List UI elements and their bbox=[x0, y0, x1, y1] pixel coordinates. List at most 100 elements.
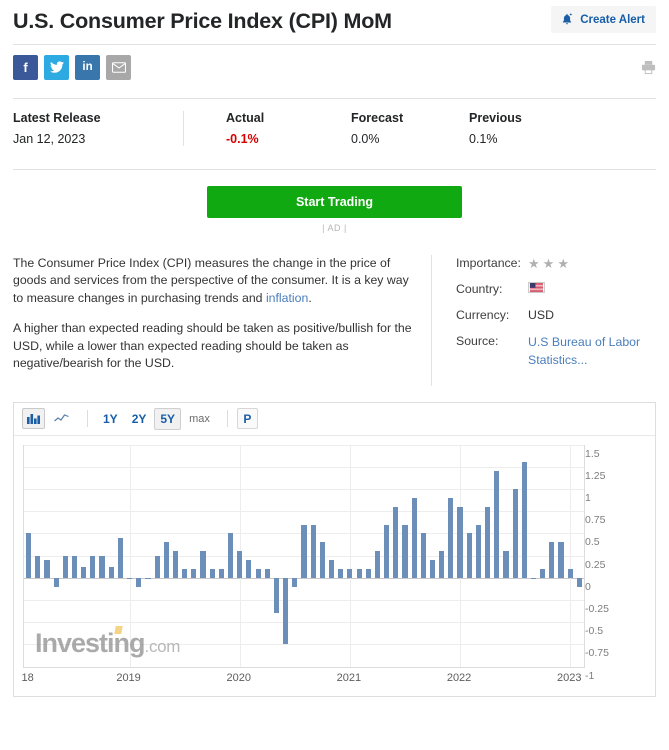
y-axis-tick-label: -0.25 bbox=[585, 602, 609, 615]
chart-bar[interactable] bbox=[558, 542, 564, 578]
chart-bar[interactable] bbox=[136, 577, 142, 587]
facebook-share-icon[interactable]: f bbox=[13, 54, 38, 80]
chart-bar[interactable] bbox=[384, 524, 390, 578]
chart-bar[interactable] bbox=[530, 577, 537, 580]
chart-bar[interactable] bbox=[485, 506, 491, 578]
chart-bar[interactable] bbox=[356, 568, 362, 578]
chart-bar[interactable] bbox=[310, 524, 316, 578]
linkedin-share-icon[interactable]: in bbox=[75, 54, 100, 80]
chart-bar[interactable] bbox=[301, 524, 307, 578]
chart-bar[interactable] bbox=[448, 497, 454, 578]
chart-bar[interactable] bbox=[338, 568, 344, 578]
chart-bar[interactable] bbox=[218, 568, 224, 578]
chart-bar[interactable] bbox=[503, 551, 509, 578]
chart-bar[interactable] bbox=[35, 555, 41, 578]
grid-line bbox=[24, 667, 584, 668]
chart-bar[interactable] bbox=[209, 568, 215, 578]
chart-bar[interactable] bbox=[365, 568, 371, 578]
chart-bar[interactable] bbox=[439, 551, 445, 578]
twitter-share-icon[interactable] bbox=[44, 54, 69, 80]
chart-bar[interactable] bbox=[393, 506, 399, 578]
chart-bar[interactable] bbox=[182, 568, 188, 578]
source-link[interactable]: U.S Bureau of Labor Statistics... bbox=[528, 334, 646, 370]
chart-bar[interactable] bbox=[53, 577, 59, 587]
page-title: U.S. Consumer Price Index (CPI) MoM bbox=[13, 9, 392, 33]
chart-canvas[interactable] bbox=[23, 444, 585, 668]
chart-bar[interactable] bbox=[90, 555, 96, 578]
desc-p1-a: The Consumer Price Index (CPI) measures … bbox=[13, 255, 409, 305]
chart-bar[interactable] bbox=[429, 560, 436, 578]
range-2y[interactable]: 2Y bbox=[126, 408, 153, 430]
chart-bar[interactable] bbox=[108, 567, 114, 578]
previous-value: 0.1% bbox=[469, 131, 498, 146]
chart-bar[interactable] bbox=[475, 524, 481, 578]
chart-bar[interactable] bbox=[283, 577, 289, 645]
chart-bar[interactable] bbox=[127, 577, 133, 580]
chart-bar[interactable] bbox=[411, 497, 417, 578]
bar-chart-icon[interactable] bbox=[22, 408, 45, 430]
chart-bar[interactable] bbox=[292, 577, 298, 587]
range-max[interactable]: max bbox=[183, 409, 216, 429]
chart-bar[interactable] bbox=[512, 488, 518, 578]
chart-bar[interactable] bbox=[99, 555, 105, 578]
latest-release-stat: Latest Release Jan 12, 2023 bbox=[13, 111, 183, 146]
inflation-link[interactable]: inflation bbox=[266, 291, 308, 305]
line-chart-glyph bbox=[54, 414, 69, 422]
y-axis-tick-label: 1.25 bbox=[585, 469, 606, 482]
chart-bar[interactable] bbox=[227, 533, 234, 578]
bell-icon bbox=[563, 13, 573, 25]
chart-bar[interactable] bbox=[273, 577, 280, 614]
chart-bar[interactable] bbox=[328, 560, 335, 578]
x-axis-tick-label: 18 bbox=[21, 671, 34, 684]
chart-bar[interactable] bbox=[62, 555, 68, 578]
chart-bar[interactable] bbox=[117, 537, 123, 578]
chart-bar[interactable] bbox=[549, 542, 555, 578]
chart-bar[interactable] bbox=[71, 555, 78, 578]
chart-bar[interactable] bbox=[264, 568, 270, 578]
x-axis-tick-label: 2022 bbox=[446, 671, 472, 684]
start-trading-button[interactable]: Start Trading bbox=[207, 185, 462, 218]
chart-bar[interactable] bbox=[26, 533, 32, 578]
chart-bar[interactable] bbox=[466, 533, 472, 578]
x-axis-tick-label: 2021 bbox=[336, 671, 362, 684]
chart-bar[interactable] bbox=[154, 555, 160, 578]
chart-bar[interactable] bbox=[44, 560, 50, 578]
chart-bar[interactable] bbox=[457, 506, 463, 578]
chart-bar[interactable] bbox=[576, 577, 582, 587]
chart-bar[interactable] bbox=[420, 533, 426, 578]
pattern-button[interactable]: P bbox=[236, 408, 258, 430]
country-row: Country: bbox=[456, 281, 656, 296]
chart-bar[interactable] bbox=[347, 568, 353, 578]
chart-bar[interactable] bbox=[200, 551, 206, 578]
toolbar-separator-2 bbox=[226, 410, 228, 428]
chart-bar[interactable] bbox=[163, 542, 169, 578]
chart-bar[interactable] bbox=[255, 568, 261, 578]
previous-stat: Previous 0.1% bbox=[469, 111, 589, 146]
chart-bar[interactable] bbox=[402, 524, 408, 578]
chart-bar[interactable] bbox=[540, 568, 546, 578]
toolbar-separator bbox=[87, 410, 88, 428]
range-5y[interactable]: 5Y bbox=[154, 407, 182, 430]
chart-bar[interactable] bbox=[81, 567, 87, 578]
chart-bar[interactable] bbox=[246, 560, 252, 578]
chart-bar[interactable] bbox=[145, 577, 151, 580]
create-alert-button[interactable]: Create Alert bbox=[551, 6, 656, 33]
linkedin-glyph: in bbox=[82, 61, 93, 74]
printer-icon[interactable] bbox=[641, 60, 656, 75]
star-icon: ★ bbox=[557, 255, 569, 271]
star-icon: ★ bbox=[542, 255, 555, 271]
chart-bar[interactable] bbox=[567, 568, 573, 578]
chart-bar[interactable] bbox=[521, 462, 527, 578]
chart-bar[interactable] bbox=[319, 542, 325, 578]
line-chart-icon[interactable] bbox=[50, 408, 73, 430]
range-1y[interactable]: 1Y bbox=[97, 408, 124, 430]
forecast-value: 0.0% bbox=[351, 131, 380, 146]
chart-bar[interactable] bbox=[374, 551, 380, 578]
chart-bar[interactable] bbox=[237, 551, 243, 578]
description-paragraph-2: A higher than expected reading should be… bbox=[13, 321, 412, 371]
chart-bar[interactable] bbox=[494, 471, 500, 578]
y-axis-tick-label: 1.5 bbox=[585, 447, 600, 460]
email-share-icon[interactable] bbox=[106, 54, 131, 80]
chart-bar[interactable] bbox=[191, 568, 197, 578]
chart-bar[interactable] bbox=[172, 551, 179, 578]
